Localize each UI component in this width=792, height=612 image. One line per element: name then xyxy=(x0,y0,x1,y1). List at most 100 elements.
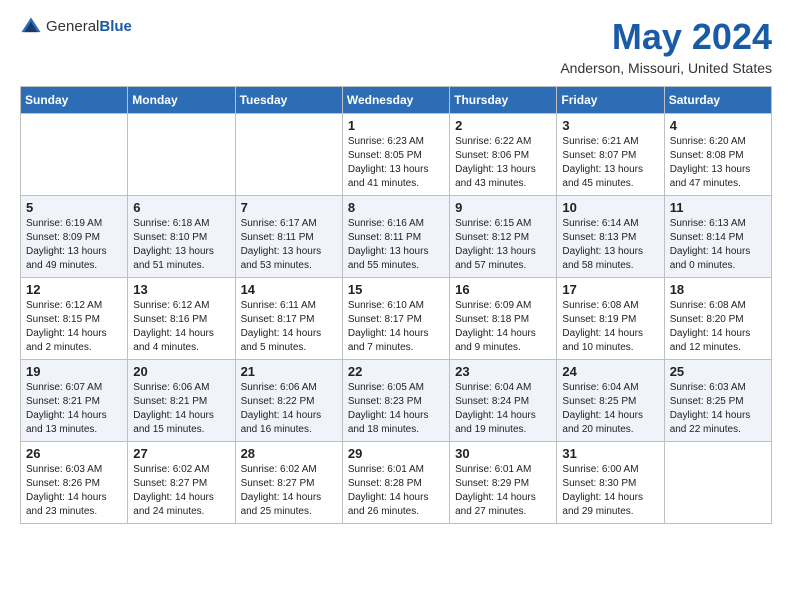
day-info: Sunrise: 6:01 AMSunset: 8:28 PMDaylight:… xyxy=(348,463,444,519)
calendar-cell: 29 Sunrise: 6:01 AMSunset: 8:28 PMDayligh… xyxy=(342,442,449,524)
calendar-cell: 2 Sunrise: 6:22 AMSunset: 8:06 PMDaylight… xyxy=(450,114,557,196)
day-info: Sunrise: 6:16 AMSunset: 8:11 PMDaylight:… xyxy=(348,217,444,273)
day-number: 24 xyxy=(562,364,658,379)
day-number: 26 xyxy=(26,446,122,461)
day-info: Sunrise: 6:20 AMSunset: 8:08 PMDaylight:… xyxy=(670,135,766,191)
calendar-cell: 5Sunrise: 6:19 AMSunset: 8:09 PMDaylight… xyxy=(21,196,128,278)
calendar-cell: 11Sunrise: 6:13 AMSunset: 8:14 PMDayligh… xyxy=(664,196,771,278)
calendar-cell xyxy=(21,114,128,196)
day-number: 21 xyxy=(241,364,337,379)
calendar-week-row: 1 Sunrise: 6:23 AMSunset: 8:05 PMDaylight… xyxy=(21,114,772,196)
calendar-cell: 3 Sunrise: 6:21 AMSunset: 8:07 PMDaylight… xyxy=(557,114,664,196)
weekday-header: Saturday xyxy=(664,87,771,114)
calendar-week-row: 12 Sunrise: 6:12 AMSunset: 8:15 PMDayligh… xyxy=(21,278,772,360)
calendar-cell xyxy=(235,114,342,196)
day-info: Sunrise: 6:03 AMSunset: 8:26 PMDaylight:… xyxy=(26,463,122,519)
day-info: Sunrise: 6:12 AMSunset: 8:15 PMDaylight:… xyxy=(26,299,122,355)
day-number: 15 xyxy=(348,282,444,297)
day-number: 28 xyxy=(241,446,337,461)
day-info: Sunrise: 6:06 AMSunset: 8:22 PMDaylight:… xyxy=(241,381,337,437)
day-info: Sunrise: 6:03 AMSunset: 8:25 PMDaylight:… xyxy=(670,381,766,437)
day-info: Sunrise: 6:01 AMSunset: 8:29 PMDaylight:… xyxy=(455,463,551,519)
day-info: Sunrise: 6:21 AMSunset: 8:07 PMDaylight:… xyxy=(562,135,658,191)
calendar-cell: 25Sunrise: 6:03 AMSunset: 8:25 PMDayligh… xyxy=(664,360,771,442)
calendar-cell: 9 Sunrise: 6:15 AMSunset: 8:12 PMDaylight… xyxy=(450,196,557,278)
calendar-cell: 23 Sunrise: 6:04 AMSunset: 8:24 PMDayligh… xyxy=(450,360,557,442)
day-info: Sunrise: 6:02 AMSunset: 8:27 PMDaylight:… xyxy=(133,463,229,519)
logo-text-general: General xyxy=(46,18,99,35)
day-number: 1 xyxy=(348,118,444,133)
day-number: 2 xyxy=(455,118,551,133)
day-number: 12 xyxy=(26,282,122,297)
day-number: 20 xyxy=(133,364,229,379)
day-number: 19 xyxy=(26,364,122,379)
day-number: 22 xyxy=(348,364,444,379)
location: Anderson, Missouri, United States xyxy=(560,60,772,76)
day-number: 30 xyxy=(455,446,551,461)
day-info: Sunrise: 6:07 AMSunset: 8:21 PMDaylight:… xyxy=(26,381,122,437)
day-number: 13 xyxy=(133,282,229,297)
day-info: Sunrise: 6:00 AMSunset: 8:30 PMDaylight:… xyxy=(562,463,658,519)
day-info: Sunrise: 6:04 AMSunset: 8:25 PMDaylight:… xyxy=(562,381,658,437)
calendar-cell: 15Sunrise: 6:10 AMSunset: 8:17 PMDayligh… xyxy=(342,278,449,360)
day-info: Sunrise: 6:02 AMSunset: 8:27 PMDaylight:… xyxy=(241,463,337,519)
calendar-cell: 28 Sunrise: 6:02 AMSunset: 8:27 PMDayligh… xyxy=(235,442,342,524)
day-number: 18 xyxy=(670,282,766,297)
calendar-cell: 31 Sunrise: 6:00 AMSunset: 8:30 PMDayligh… xyxy=(557,442,664,524)
calendar-cell: 18 Sunrise: 6:08 AMSunset: 8:20 PMDayligh… xyxy=(664,278,771,360)
calendar-cell: 6Sunrise: 6:18 AMSunset: 8:10 PMDaylight… xyxy=(128,196,235,278)
calendar-cell: 7 Sunrise: 6:17 AMSunset: 8:11 PMDaylight… xyxy=(235,196,342,278)
day-info: Sunrise: 6:14 AMSunset: 8:13 PMDaylight:… xyxy=(562,217,658,273)
calendar-cell: 12 Sunrise: 6:12 AMSunset: 8:15 PMDayligh… xyxy=(21,278,128,360)
calendar-week-row: 26 Sunrise: 6:03 AMSunset: 8:26 PMDayligh… xyxy=(21,442,772,524)
month-title: May 2024 xyxy=(560,16,772,58)
calendar-cell: 13Sunrise: 6:12 AMSunset: 8:16 PMDayligh… xyxy=(128,278,235,360)
day-info: Sunrise: 6:22 AMSunset: 8:06 PMDaylight:… xyxy=(455,135,551,191)
calendar-cell: 4 Sunrise: 6:20 AMSunset: 8:08 PMDaylight… xyxy=(664,114,771,196)
calendar-header-row: SundayMondayTuesdayWednesdayThursdayFrid… xyxy=(21,87,772,114)
day-info: Sunrise: 6:06 AMSunset: 8:21 PMDaylight:… xyxy=(133,381,229,437)
day-number: 31 xyxy=(562,446,658,461)
day-number: 4 xyxy=(670,118,766,133)
logo-text-blue: Blue xyxy=(99,18,132,35)
calendar-table: SundayMondayTuesdayWednesdayThursdayFrid… xyxy=(20,86,772,524)
day-number: 29 xyxy=(348,446,444,461)
day-number: 3 xyxy=(562,118,658,133)
calendar-cell: 21 Sunrise: 6:06 AMSunset: 8:22 PMDayligh… xyxy=(235,360,342,442)
day-number: 7 xyxy=(241,200,337,215)
weekday-header: Monday xyxy=(128,87,235,114)
day-number: 17 xyxy=(562,282,658,297)
weekday-header: Friday xyxy=(557,87,664,114)
calendar-cell xyxy=(128,114,235,196)
day-info: Sunrise: 6:08 AMSunset: 8:19 PMDaylight:… xyxy=(562,299,658,355)
day-info: Sunrise: 6:15 AMSunset: 8:12 PMDaylight:… xyxy=(455,217,551,273)
day-info: Sunrise: 6:05 AMSunset: 8:23 PMDaylight:… xyxy=(348,381,444,437)
day-number: 27 xyxy=(133,446,229,461)
day-info: Sunrise: 6:18 AMSunset: 8:10 PMDaylight:… xyxy=(133,217,229,273)
page-header: GeneralBlue May 2024 Anderson, Missouri,… xyxy=(20,16,772,76)
day-info: Sunrise: 6:13 AMSunset: 8:14 PMDaylight:… xyxy=(670,217,766,273)
calendar-cell: 10Sunrise: 6:14 AMSunset: 8:13 PMDayligh… xyxy=(557,196,664,278)
calendar-cell: 17 Sunrise: 6:08 AMSunset: 8:19 PMDayligh… xyxy=(557,278,664,360)
weekday-header: Wednesday xyxy=(342,87,449,114)
day-number: 23 xyxy=(455,364,551,379)
calendar-cell: 24 Sunrise: 6:04 AMSunset: 8:25 PMDayligh… xyxy=(557,360,664,442)
day-number: 5 xyxy=(26,200,122,215)
day-number: 9 xyxy=(455,200,551,215)
weekday-header: Sunday xyxy=(21,87,128,114)
day-number: 14 xyxy=(241,282,337,297)
day-info: Sunrise: 6:08 AMSunset: 8:20 PMDaylight:… xyxy=(670,299,766,355)
calendar-cell: 8 Sunrise: 6:16 AMSunset: 8:11 PMDaylight… xyxy=(342,196,449,278)
day-number: 8 xyxy=(348,200,444,215)
calendar-cell: 20 Sunrise: 6:06 AMSunset: 8:21 PMDayligh… xyxy=(128,360,235,442)
calendar-cell: 27 Sunrise: 6:02 AMSunset: 8:27 PMDayligh… xyxy=(128,442,235,524)
day-info: Sunrise: 6:17 AMSunset: 8:11 PMDaylight:… xyxy=(241,217,337,273)
day-info: Sunrise: 6:23 AMSunset: 8:05 PMDaylight:… xyxy=(348,135,444,191)
calendar-week-row: 19 Sunrise: 6:07 AMSunset: 8:21 PMDayligh… xyxy=(21,360,772,442)
calendar-week-row: 5Sunrise: 6:19 AMSunset: 8:09 PMDaylight… xyxy=(21,196,772,278)
day-info: Sunrise: 6:04 AMSunset: 8:24 PMDaylight:… xyxy=(455,381,551,437)
weekday-header: Tuesday xyxy=(235,87,342,114)
day-info: Sunrise: 6:09 AMSunset: 8:18 PMDaylight:… xyxy=(455,299,551,355)
day-info: Sunrise: 6:11 AMSunset: 8:17 PMDaylight:… xyxy=(241,299,337,355)
weekday-header: Thursday xyxy=(450,87,557,114)
